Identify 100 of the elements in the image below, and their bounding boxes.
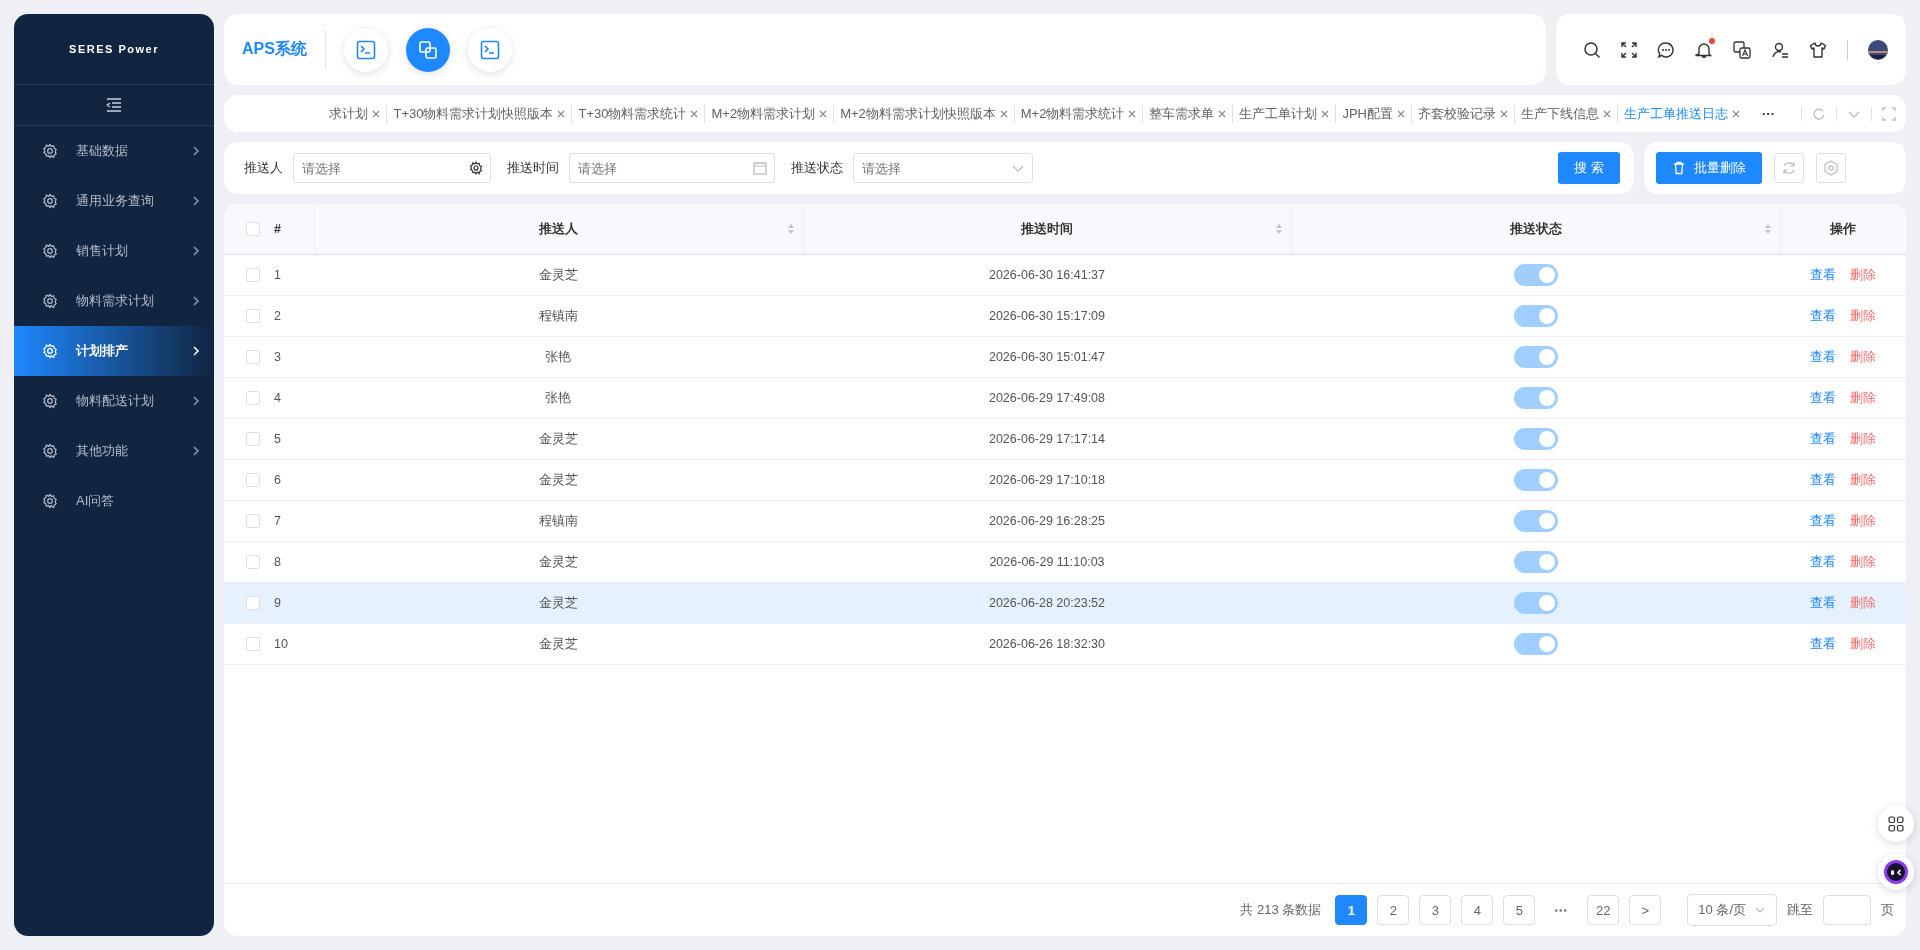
filter-field[interactable]: 请选择 [853,153,1033,183]
delete-link[interactable]: 删除 [1850,430,1876,448]
delete-link[interactable]: 删除 [1850,512,1876,530]
page-button[interactable]: 1 [1335,895,1368,925]
checkbox[interactable] [246,268,260,282]
assistant-button[interactable] [1878,854,1914,890]
status-switch[interactable] [1513,469,1558,491]
delete-link[interactable]: 删除 [1850,471,1876,489]
close-icon[interactable] [557,109,566,118]
status-switch[interactable] [1513,346,1558,368]
sidebar-item[interactable]: 物料需求计划 [14,276,214,326]
apps-button[interactable] [1878,806,1914,842]
checkbox[interactable] [246,432,260,446]
chat-icon[interactable] [1657,40,1675,59]
page-tab[interactable]: M+2物料需求计划快照版本 [834,104,1015,123]
delete-link[interactable]: 删除 [1850,553,1876,571]
close-icon[interactable] [1128,109,1137,118]
checkbox[interactable] [246,514,260,528]
page-tab[interactable]: JPH配置 [1336,104,1412,123]
translate-icon[interactable] [1733,40,1751,59]
page-size-select[interactable]: 10 条/页 [1687,894,1777,926]
view-link[interactable]: 查看 [1810,266,1836,284]
sidebar-item[interactable]: 计划排产 [14,326,214,376]
app-switch-button[interactable] [467,27,512,72]
delete-link[interactable]: 删除 [1850,389,1876,407]
close-icon[interactable] [999,109,1008,118]
close-icon[interactable] [372,109,381,118]
shirt-icon[interactable] [1809,40,1827,59]
close-icon[interactable] [1500,109,1508,118]
page-tab[interactable]: M+2物料需求计划 [705,104,835,123]
delete-link[interactable]: 删除 [1850,307,1876,325]
filter-field[interactable]: 请选择 [569,153,775,183]
checkbox[interactable] [246,473,260,487]
search-button[interactable]: 搜 索 [1558,152,1620,184]
sidebar-item[interactable]: 销售计划 [14,226,214,276]
page-tab[interactable]: 整车需求单 [1143,104,1234,123]
view-link[interactable]: 查看 [1810,348,1836,366]
view-link[interactable]: 查看 [1810,389,1836,407]
status-switch[interactable] [1513,264,1558,286]
close-icon[interactable] [1321,109,1330,118]
batch-delete-button[interactable]: 批量删除 [1656,152,1762,184]
delete-link[interactable]: 删除 [1850,635,1876,653]
view-link[interactable]: 查看 [1810,512,1836,530]
close-icon[interactable] [1397,109,1405,118]
checkbox[interactable] [246,555,260,569]
app-switch-button[interactable] [405,27,450,72]
checkbox[interactable] [246,391,260,405]
view-link[interactable]: 查看 [1810,635,1836,653]
page-button[interactable]: 22 [1587,895,1620,925]
sort-icon[interactable] [1275,223,1284,235]
close-icon[interactable] [819,109,828,118]
close-icon[interactable] [690,109,699,118]
delete-link[interactable]: 删除 [1850,266,1876,284]
user-switch-icon[interactable] [1771,40,1789,59]
page-ellipsis[interactable]: ••• [1545,904,1578,916]
checkbox[interactable] [246,222,260,236]
page-tab[interactable]: 生产工单推送日志 [1618,104,1746,123]
sidebar-item[interactable]: 通用业务查询 [14,176,214,226]
checkbox[interactable] [246,350,260,364]
next-page-button[interactable]: > [1629,895,1662,925]
status-switch[interactable] [1513,551,1558,573]
close-icon[interactable] [1218,109,1227,118]
page-button[interactable]: 3 [1419,895,1452,925]
page-button[interactable]: 5 [1503,895,1536,925]
more-tabs-button[interactable]: ··· [1746,106,1791,121]
fullscreen-icon[interactable] [1621,41,1637,58]
status-switch[interactable] [1513,305,1558,327]
view-link[interactable]: 查看 [1810,553,1836,571]
page-tab[interactable]: T+30物料需求计划快照版本 [387,104,573,123]
view-link[interactable]: 查看 [1810,594,1836,612]
page-tab[interactable]: 求计划 [323,104,388,123]
page-jump-field[interactable] [1823,895,1871,925]
sidebar-item[interactable]: 基础数据 [14,126,214,176]
settings-button[interactable] [1816,153,1846,183]
page-tab[interactable]: M+2物料需求统计 [1014,104,1144,123]
search-icon[interactable] [1583,40,1601,59]
sort-icon[interactable] [786,223,795,235]
refresh-button[interactable] [1774,153,1804,183]
status-switch[interactable] [1513,510,1558,532]
view-link[interactable]: 查看 [1810,471,1836,489]
menu-icon[interactable] [106,98,122,112]
refresh-icon[interactable] [1812,106,1826,121]
status-switch[interactable] [1513,633,1558,655]
page-tab[interactable]: 生产工单计划 [1233,104,1337,123]
calendar-icon[interactable] [753,161,767,175]
close-icon[interactable] [1732,109,1740,118]
page-tab[interactable]: T+30物料需求统计 [572,104,706,123]
sort-icon[interactable] [1764,223,1772,235]
page-button[interactable]: 2 [1377,895,1410,925]
checkbox[interactable] [246,596,260,610]
checkbox[interactable] [246,637,260,651]
page-button[interactable]: 4 [1461,895,1494,925]
filter-field[interactable]: 请选择 [293,153,491,183]
sidebar-item[interactable]: AI问答 [14,476,214,526]
settings-icon[interactable] [469,161,483,175]
status-switch[interactable] [1513,428,1558,450]
delete-link[interactable]: 删除 [1850,348,1876,366]
sidebar-item[interactable]: 物料配送计划 [14,376,214,426]
sidebar-item[interactable]: 其他功能 [14,426,214,476]
bell-icon[interactable] [1695,40,1713,59]
